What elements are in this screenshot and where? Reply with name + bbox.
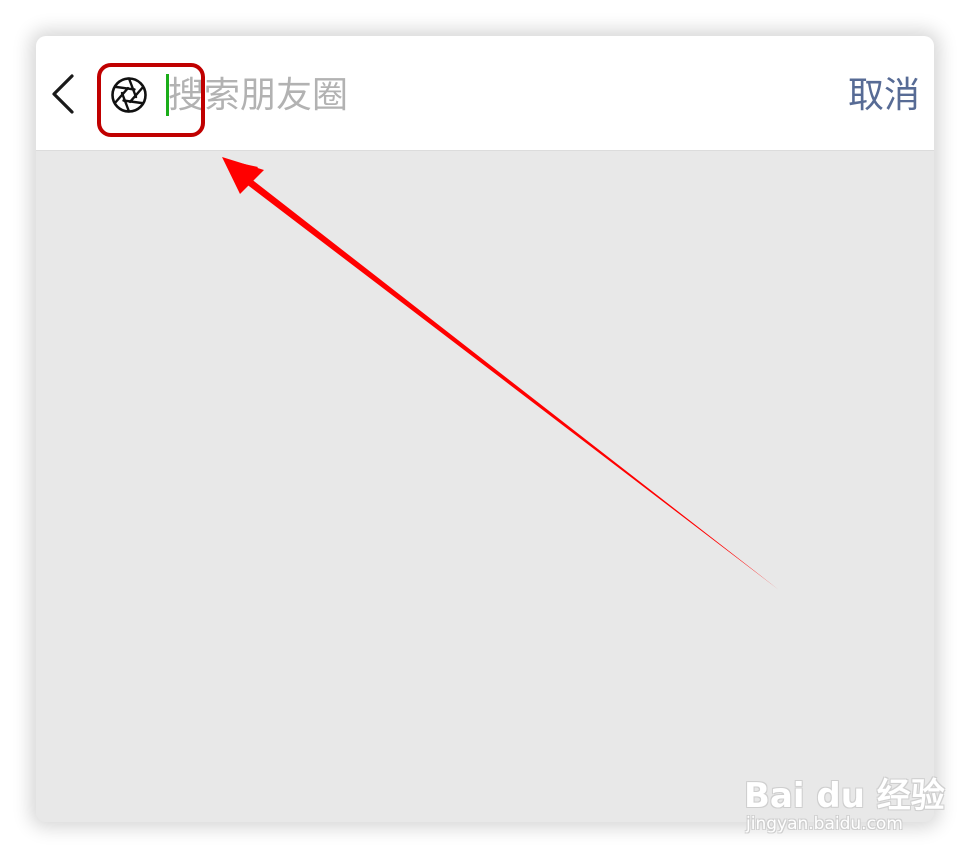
- search-input[interactable]: [168, 68, 768, 122]
- chevron-left-icon: [52, 74, 74, 114]
- results-area: [36, 151, 934, 822]
- cancel-button[interactable]: 取消: [848, 72, 920, 120]
- back-button[interactable]: [48, 72, 82, 116]
- baidu-watermark-url: jingyan.baidu.com: [746, 814, 903, 834]
- baidu-watermark-logo: Bai du 经验: [744, 776, 945, 816]
- screenshot-frame: 取消: [36, 36, 934, 822]
- annotation-highlight-box: [97, 63, 205, 137]
